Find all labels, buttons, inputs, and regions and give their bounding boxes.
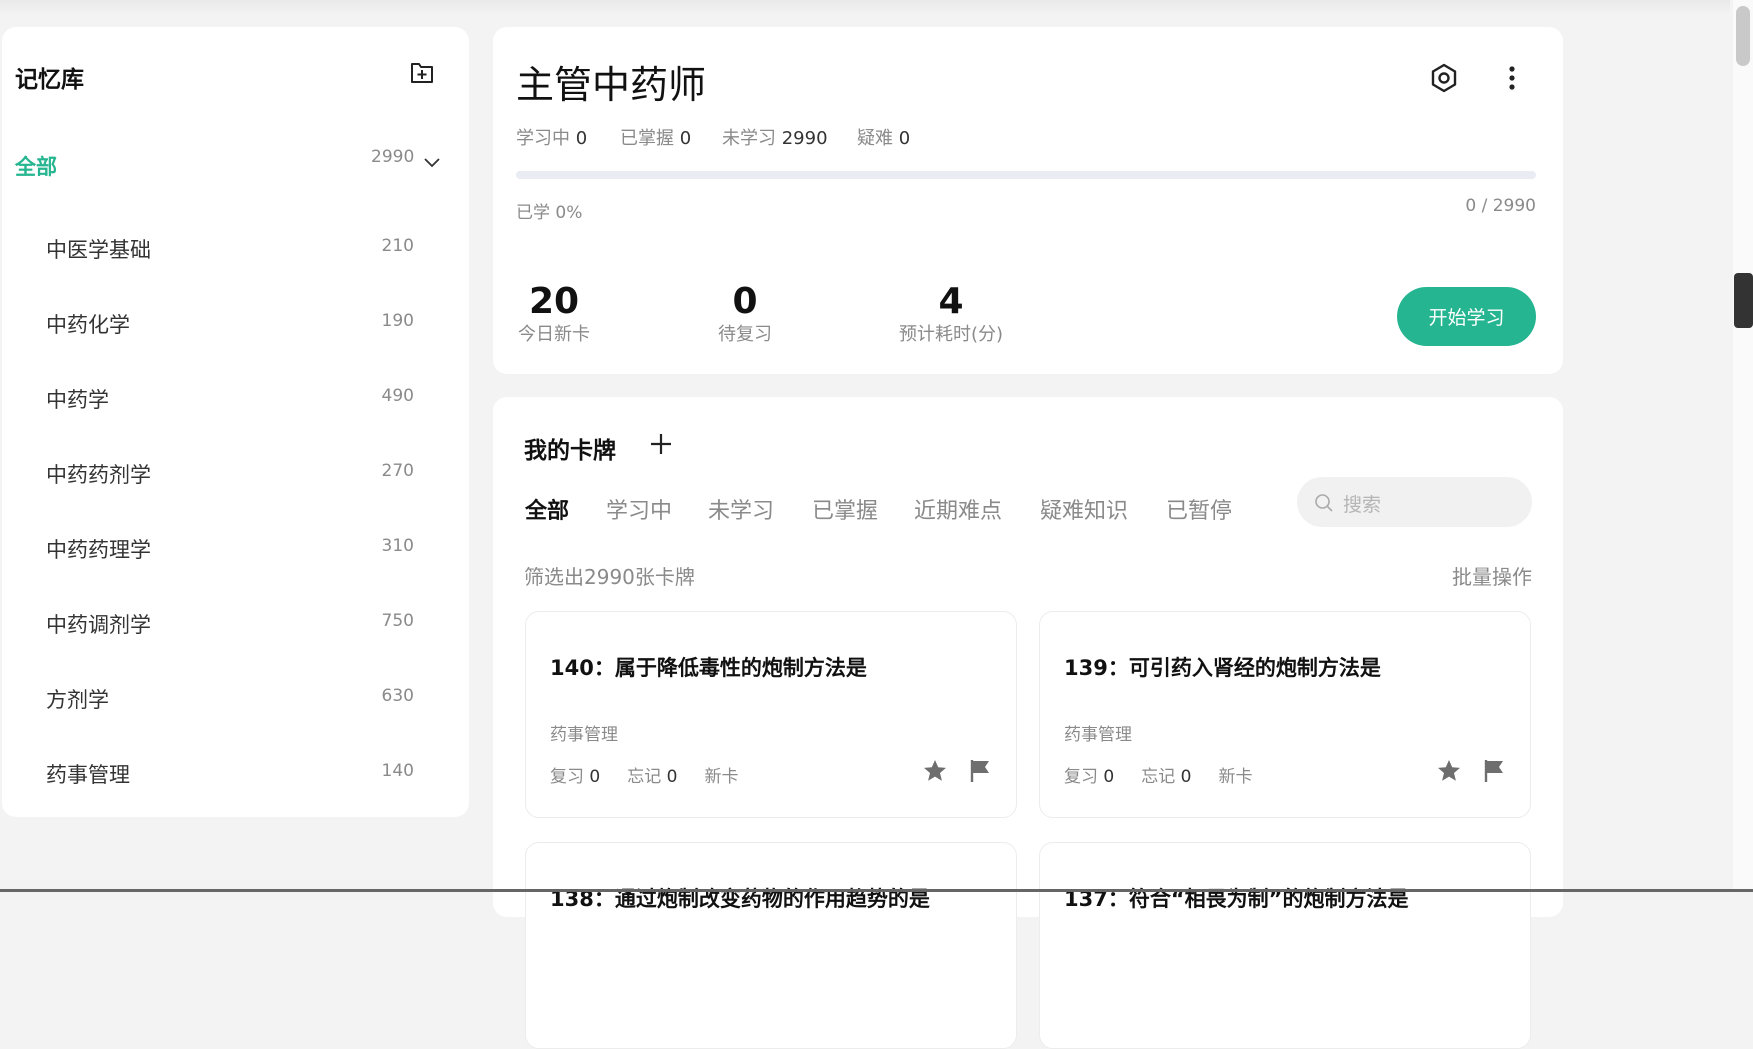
sidebar-item-label: 药事管理 (46, 763, 130, 787)
sidebar-item-count: 190 (381, 311, 414, 331)
flashcard-category: 药事管理 (1064, 725, 1132, 745)
sidebar-item-3[interactable]: 中药药剂学 270 (46, 447, 436, 497)
stat-difficult: 疑难 0 (857, 128, 911, 149)
sidebar-item-label: 方剂学 (46, 688, 109, 712)
kpi-label: 预计耗时(分) (898, 324, 1004, 345)
settings-icon[interactable] (1428, 62, 1460, 94)
sidebar-item-label: 中医学基础 (46, 238, 151, 262)
sidebar-item-count: 270 (381, 461, 414, 481)
sidebar-item-all[interactable]: 全部 (15, 151, 57, 181)
plus-icon[interactable] (648, 431, 674, 457)
tab-unlearned[interactable]: 未学习 (708, 493, 774, 525)
deck-title: 主管中药师 (516, 63, 707, 107)
sidebar-item-label: 中药化学 (46, 313, 130, 337)
sidebar-all-count: 2990 (371, 147, 415, 167)
sidebar-item-label: 中药药理学 (46, 538, 151, 562)
kpi-label: 今日新卡 (518, 324, 590, 345)
flag-icon[interactable] (1482, 758, 1506, 784)
flashcard-meta: 复习 0 忘记 0 新卡 (550, 767, 739, 787)
kpi-value: 4 (938, 281, 964, 322)
stat-mastered: 已掌握 0 (620, 128, 692, 149)
tab-paused[interactable]: 已暂停 (1166, 493, 1232, 525)
flashcard[interactable]: 138：通过炮制改变药物的作用趋势的是 (525, 842, 1017, 1049)
search-icon (1315, 494, 1333, 512)
tab-all[interactable]: 全部 (525, 493, 569, 525)
sidebar-item-count: 750 (381, 611, 414, 631)
sidebar-item-4[interactable]: 中药药理学 310 (46, 522, 436, 572)
start-learning-button[interactable]: 开始学习 (1397, 287, 1536, 346)
kpi-value: 0 (732, 281, 758, 322)
side-panel-handle[interactable] (1734, 273, 1753, 328)
sidebar-item-label: 中药药剂学 (46, 463, 151, 487)
learned-count: 0 / 2990 (1465, 196, 1536, 216)
sidebar-item-0[interactable]: 中医学基础 210 (46, 222, 436, 272)
search-placeholder: 搜索 (1343, 494, 1382, 516)
progress-bar (516, 171, 1536, 179)
flashcard-title: 138：通过炮制改变药物的作用趋势的是 (550, 887, 930, 911)
sidebar-item-count: 490 (381, 386, 414, 406)
tab-recent-difficult[interactable]: 近期难点 (914, 493, 1002, 525)
star-icon[interactable] (922, 758, 948, 784)
flashcard[interactable]: 139：可引药入肾经的炮制方法是 药事管理 复习 0 忘记 0 新卡 (1039, 611, 1531, 818)
kpi-value: 20 (528, 281, 580, 322)
sidebar-item-label: 中药学 (46, 388, 109, 412)
kpi-pending-review: 0 待复习 (710, 282, 780, 346)
sidebar-item-5[interactable]: 中药调剂学 750 (46, 597, 436, 647)
sidebar-item-count: 310 (381, 536, 414, 556)
flashcard[interactable]: 137：符合“相畏为制”的炮制方法是 (1039, 842, 1531, 1049)
tab-difficult-knowledge[interactable]: 疑难知识 (1040, 493, 1128, 525)
more-icon[interactable] (1496, 62, 1528, 94)
tab-learning[interactable]: 学习中 (606, 493, 672, 525)
sidebar-item-count: 210 (381, 236, 414, 256)
flashcard-category: 药事管理 (550, 725, 618, 745)
kpi-estimated-time: 4 预计耗时(分) (895, 282, 1007, 346)
sidebar-item-1[interactable]: 中药化学 190 (46, 297, 436, 347)
flashcard[interactable]: 140：属于降低毒性的炮制方法是 药事管理 复习 0 忘记 0 新卡 (525, 611, 1017, 818)
flashcard-title: 137：符合“相畏为制”的炮制方法是 (1064, 887, 1409, 911)
stat-unlearned: 未学习 2990 (722, 128, 828, 149)
scrollbar-thumb[interactable] (1736, 6, 1750, 66)
sidebar-item-count: 140 (381, 761, 414, 781)
flashcard-title: 139：可引药入肾经的炮制方法是 (1064, 656, 1381, 680)
chevron-down-icon[interactable] (423, 155, 441, 169)
stat-learning: 学习中 0 (516, 128, 588, 149)
my-cards-title: 我的卡牌 (524, 438, 616, 464)
star-icon[interactable] (1436, 758, 1462, 784)
search-input[interactable]: 搜索 (1297, 477, 1532, 527)
filter-count: 筛选出2990张卡牌 (524, 565, 695, 589)
kpi-label: 待复习 (718, 324, 772, 345)
top-shadow (0, 0, 1730, 14)
sidebar-item-count: 630 (381, 686, 414, 706)
sidebar-item-6[interactable]: 方剂学 630 (46, 672, 436, 722)
add-folder-icon[interactable] (408, 58, 436, 86)
kpi-new-today: 20 今日新卡 (516, 282, 592, 346)
batch-operation-link[interactable]: 批量操作 (1452, 561, 1532, 590)
tab-mastered[interactable]: 已掌握 (812, 493, 878, 525)
learned-percent: 已学 0% (516, 203, 583, 223)
flashcard-title: 140：属于降低毒性的炮制方法是 (550, 656, 867, 680)
scrollbar[interactable] (1733, 0, 1753, 892)
sidebar-item-2[interactable]: 中药学 490 (46, 372, 436, 422)
sidebar-item-label: 中药调剂学 (46, 613, 151, 637)
sidebar-item-7[interactable]: 药事管理 140 (46, 747, 436, 797)
flashcard-meta: 复习 0 忘记 0 新卡 (1064, 767, 1253, 787)
sidebar-title: 记忆库 (15, 67, 84, 93)
flag-icon[interactable] (968, 758, 992, 784)
